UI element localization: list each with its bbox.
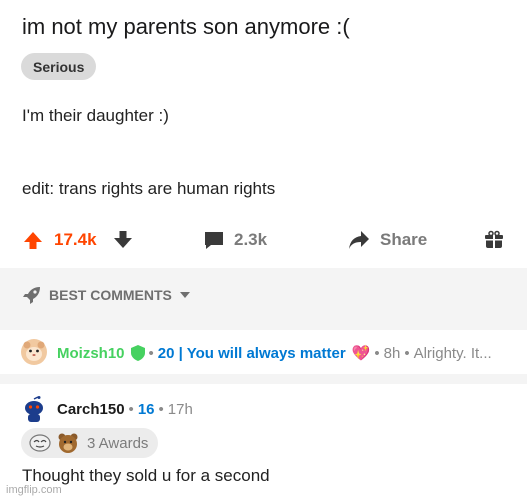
comment-2-meta: Carch150 • 16 • 17h [57,401,193,418]
gift-icon [485,230,503,248]
watermark: imgflip.com [6,484,62,496]
snoo-avatar-icon [25,396,43,422]
share-button[interactable]: Share [347,222,427,258]
downvote-button[interactable] [112,222,134,258]
comment-1-username[interactable]: Moizsh10 [57,345,125,362]
post-body-line-1: I'm their daughter :) [22,106,169,125]
avatar[interactable] [21,396,47,427]
avatar[interactable] [21,339,47,370]
upvote-button[interactable] [22,222,44,258]
comment-2-score: 16 [137,401,155,418]
award-button[interactable] [484,222,504,258]
share-label: Share [380,230,428,249]
post-title: im not my parents son anymore :( [22,14,350,39]
post-body-line-2: edit: trans rights are human rights [22,179,276,198]
shield-icon [130,345,145,361]
comment-bubble-icon [205,232,223,249]
comments-button[interactable]: 2.3k [203,222,267,258]
hamster-avatar-icon [21,339,47,365]
chevron-down-icon [179,292,190,298]
rocket-icon [23,287,40,304]
comment-2-text: Thought they sold u for a second [22,466,270,485]
comment-2-username[interactable]: Carch150 [57,401,125,418]
award-face-icon [29,434,51,452]
comment-count: 2.3k [234,230,268,249]
comment-sort-selector[interactable]: BEST COMMENTS [22,285,191,305]
downvote-arrow-icon[interactable] [112,229,134,251]
comment-1-meta: Moizsh10 • 20 | You will always matter 💖… [57,344,492,363]
comment-1-age: 8h [383,344,401,362]
divider-band [0,374,527,384]
post-flair[interactable]: Serious [21,53,97,80]
awards-count: 3 Awards [87,434,149,452]
bear-award-icon [58,433,78,453]
comment-1-user-flair: 20 | You will always matter [157,344,346,362]
comment-1-preview[interactable]: Alrighty. It... [414,345,492,362]
upvote-arrow-icon[interactable] [22,229,44,251]
post-action-bar: 17.4k 2.3k Share [0,222,527,258]
sort-label: BEST COMMENTS [49,287,172,303]
vote-count: 17.4k [54,230,97,249]
heart-icon: 💖 [351,345,371,362]
comment-2-age: 17h [167,401,193,418]
awards-pill[interactable]: 3 Awards [21,428,159,458]
share-arrow-icon [349,231,369,249]
